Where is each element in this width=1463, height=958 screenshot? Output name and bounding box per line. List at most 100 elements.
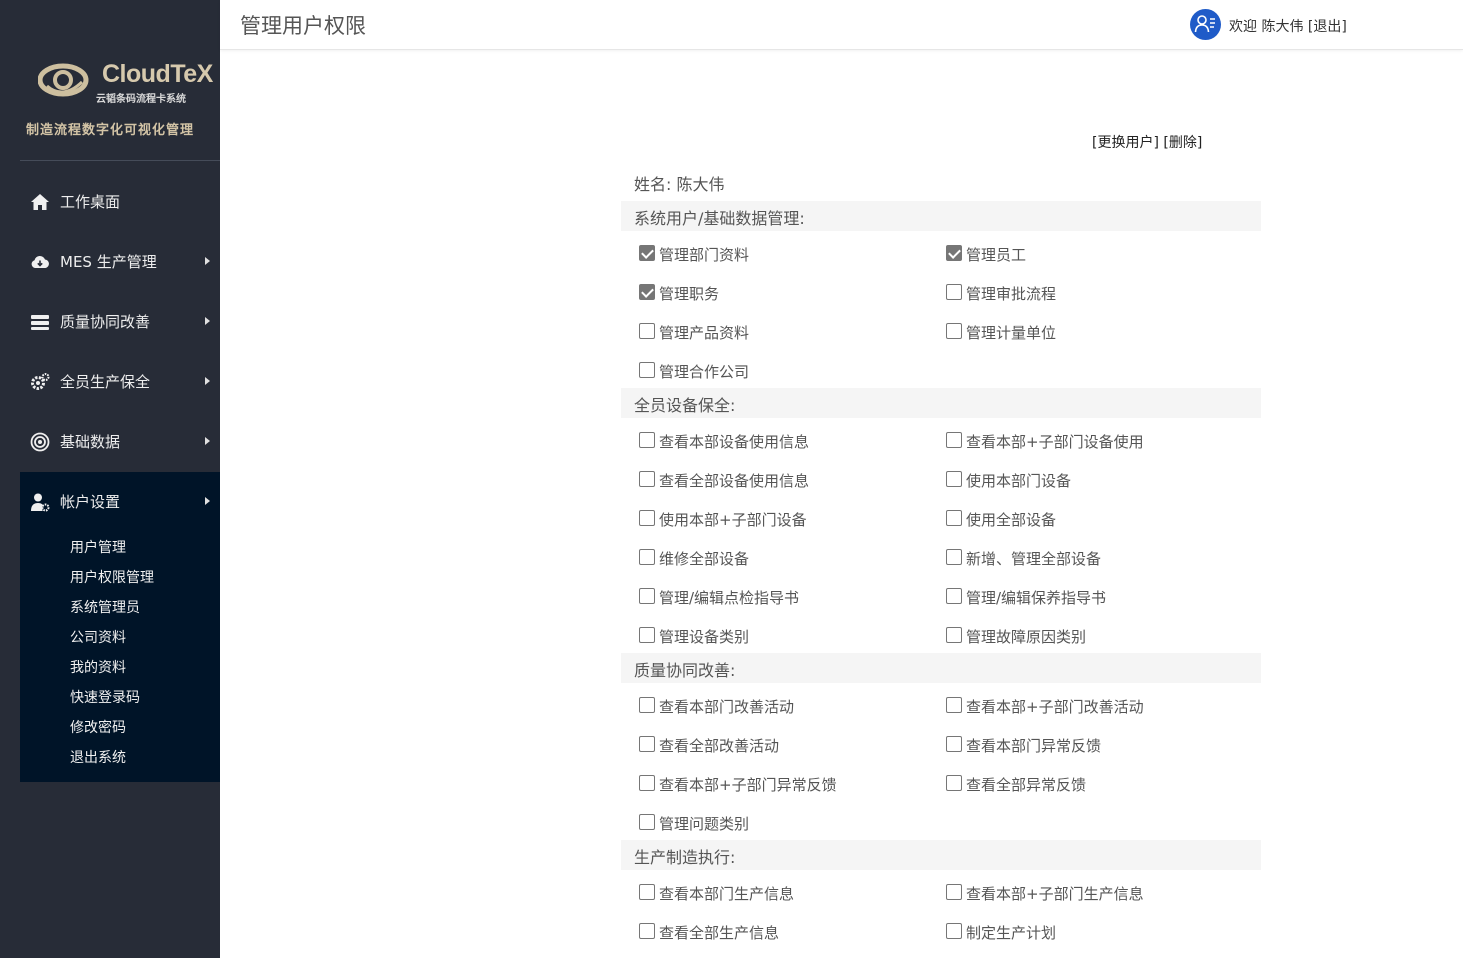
checkbox-unchecked-icon[interactable] [639, 362, 655, 378]
checkbox-unchecked-icon[interactable] [946, 549, 962, 565]
header-logout-link[interactable]: [退出] [1308, 19, 1347, 35]
section-title: 质量协同改善: [634, 661, 736, 680]
target-icon [30, 432, 50, 452]
nav-item-mes[interactable]: MES 生产管理 [20, 232, 220, 292]
checkbox-unchecked-icon[interactable] [946, 432, 962, 448]
checkbox-checked-icon[interactable] [639, 245, 655, 261]
checkbox-unchecked-icon[interactable] [639, 588, 655, 604]
nav-label: 帐户设置 [60, 493, 121, 511]
welcome-text: 欢迎 陈大伟 [退出] [1229, 16, 1347, 36]
caret-right-icon [205, 257, 210, 265]
permission-label: 管理产品资料 [659, 324, 750, 342]
permission-label: 查看全部改善活动 [659, 737, 780, 755]
permission-label: 管理设备类别 [659, 628, 750, 646]
sub-item-company-info[interactable]: 公司资料 [70, 627, 126, 647]
sub-item-user-management[interactable]: 用户管理 [70, 537, 126, 557]
permission-label: 管理故障原因类别 [966, 628, 1087, 646]
permission-label: 管理合作公司 [659, 363, 750, 381]
nav-item-account[interactable]: 帐户设置 [20, 472, 220, 532]
permission-label: 查看本部门异常反馈 [966, 737, 1102, 755]
brand-name: CloudTeX [102, 60, 213, 88]
sidebar: CloudTeX 云韬条码流程卡系统 制造流程数字化可视化管理 工作桌面 MES… [0, 0, 220, 958]
permission-label: 查看全部异常反馈 [966, 776, 1087, 794]
nav-label: 全员生产保全 [60, 373, 151, 391]
home-icon [31, 194, 49, 210]
nav-item-basic-data[interactable]: 基础数据 [20, 412, 220, 472]
checkbox-checked-icon[interactable] [639, 284, 655, 300]
checkbox-unchecked-icon[interactable] [639, 471, 655, 487]
section-header-production-execution: 生产制造执行: [621, 840, 1261, 870]
user-settings-icon [31, 493, 50, 512]
gears-icon [31, 373, 50, 390]
section-header-system-basic-data: 系统用户/基础数据管理: [621, 201, 1261, 231]
sub-item-logout[interactable]: 退出系统 [70, 747, 126, 767]
checkbox-unchecked-icon[interactable] [946, 923, 962, 939]
permission-label: 管理部门资料 [659, 246, 750, 264]
permission-label: 使用本部+子部门设备 [659, 511, 807, 529]
checkbox-unchecked-icon[interactable] [946, 471, 962, 487]
divider [20, 160, 220, 161]
checkbox-unchecked-icon[interactable] [639, 923, 655, 939]
sub-item-change-password[interactable]: 修改密码 [70, 717, 126, 737]
name-label: 姓名: [634, 175, 672, 194]
checkbox-checked-icon[interactable] [946, 245, 962, 261]
caret-right-icon [205, 317, 210, 325]
permission-label: 查看全部设备使用信息 [659, 472, 810, 490]
checkbox-unchecked-icon[interactable] [946, 323, 962, 339]
brand-subtitle: 云韬条码流程卡系统 [96, 94, 186, 105]
checkbox-unchecked-icon[interactable] [946, 588, 962, 604]
section-title: 生产制造执行: [634, 848, 736, 867]
cloud-icon [31, 255, 49, 268]
sub-item-my-profile[interactable]: 我的资料 [70, 657, 126, 677]
permission-label: 查看本部门改善活动 [659, 698, 795, 716]
checkbox-unchecked-icon[interactable] [639, 697, 655, 713]
checkbox-unchecked-icon[interactable] [639, 814, 655, 830]
permission-label: 查看本部设备使用信息 [659, 433, 810, 451]
user-name-row: 姓名: 陈大伟 [634, 171, 725, 195]
permission-label: 管理问题类别 [659, 815, 750, 833]
checkbox-unchecked-icon[interactable] [946, 284, 962, 300]
checkbox-unchecked-icon[interactable] [639, 884, 655, 900]
permission-label: 查看本部+子部门设备使用 [966, 433, 1144, 451]
layers-icon [31, 315, 49, 330]
permission-label: 查看全部生产信息 [659, 924, 780, 942]
section-header-equipment-maintenance: 全员设备保全: [621, 388, 1261, 418]
sub-item-quick-login-code[interactable]: 快速登录码 [70, 687, 140, 707]
nav-item-maintenance[interactable]: 全员生产保全 [20, 352, 220, 412]
permission-label: 查看本部+子部门生产信息 [966, 885, 1144, 903]
change-user-link[interactable]: [更换用户] [1092, 135, 1159, 151]
permission-label: 使用全部设备 [966, 511, 1057, 529]
permission-label: 管理员工 [966, 246, 1027, 264]
checkbox-unchecked-icon[interactable] [639, 736, 655, 752]
top-header: 管理用户权限 欢迎 陈大伟 [退出] [220, 0, 1463, 50]
caret-right-icon [205, 437, 210, 445]
checkbox-unchecked-icon[interactable] [946, 627, 962, 643]
checkbox-unchecked-icon[interactable] [639, 323, 655, 339]
permission-label: 管理计量单位 [966, 324, 1057, 342]
checkbox-unchecked-icon[interactable] [639, 775, 655, 791]
permission-label: 管理/编辑保养指导书 [966, 589, 1107, 607]
nav-label: 工作桌面 [60, 193, 121, 211]
nav-label: 基础数据 [60, 433, 121, 451]
nav-item-quality[interactable]: 质量协同改善 [20, 292, 220, 352]
delete-user-link[interactable]: [删除] [1163, 135, 1202, 151]
checkbox-unchecked-icon[interactable] [639, 432, 655, 448]
brand-logo: CloudTeX 云韬条码流程卡系统 [38, 60, 213, 105]
permission-label: 管理职务 [659, 285, 720, 303]
user-actions: [更换用户] [删除] [1092, 132, 1202, 152]
checkbox-unchecked-icon[interactable] [946, 884, 962, 900]
checkbox-unchecked-icon[interactable] [639, 627, 655, 643]
nav-label: MES 生产管理 [60, 253, 157, 271]
name-value: 陈大伟 [676, 175, 725, 194]
sub-item-user-permissions[interactable]: 用户权限管理 [70, 567, 154, 587]
checkbox-unchecked-icon[interactable] [946, 775, 962, 791]
nav-item-desktop[interactable]: 工作桌面 [20, 172, 220, 232]
sub-item-system-admin[interactable]: 系统管理员 [70, 597, 140, 617]
checkbox-unchecked-icon[interactable] [946, 510, 962, 526]
checkbox-unchecked-icon[interactable] [639, 549, 655, 565]
checkbox-unchecked-icon[interactable] [639, 510, 655, 526]
checkbox-unchecked-icon[interactable] [946, 736, 962, 752]
slogan: 制造流程数字化可视化管理 [25, 123, 194, 138]
user-avatar-icon [1190, 9, 1221, 40]
checkbox-unchecked-icon[interactable] [946, 697, 962, 713]
